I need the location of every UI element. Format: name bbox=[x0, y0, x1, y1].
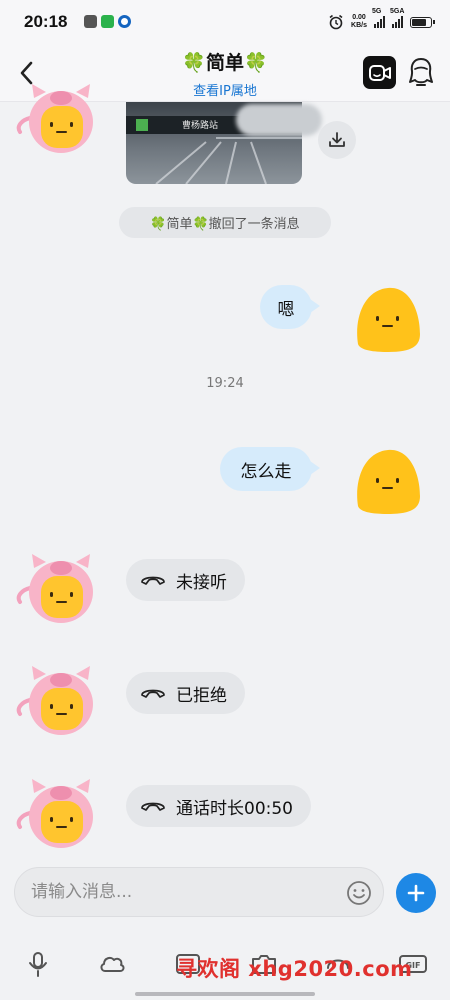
contact-avatar[interactable] bbox=[12, 548, 96, 628]
net-speed: 0.00 KB/s bbox=[351, 14, 367, 29]
phone-icon bbox=[141, 802, 165, 811]
time-separator: 19:24 bbox=[206, 376, 244, 391]
home-indicator[interactable] bbox=[135, 992, 315, 996]
voice-button[interactable] bbox=[24, 950, 52, 978]
microphone-icon bbox=[29, 952, 47, 977]
phone-icon bbox=[141, 689, 165, 698]
cloud-button[interactable] bbox=[98, 950, 126, 978]
profile-button[interactable] bbox=[406, 56, 436, 89]
chick-avatar-icon bbox=[357, 287, 420, 352]
watermark: 寻欢阁 xhg2020.com bbox=[176, 957, 413, 981]
phone-icon bbox=[141, 576, 165, 585]
status-bar: 20:18 0.00 KB/s 5G 5GA bbox=[0, 0, 450, 44]
my-avatar[interactable] bbox=[348, 282, 432, 362]
emoji-button[interactable] bbox=[346, 880, 372, 906]
download-button[interactable] bbox=[318, 121, 356, 159]
signal-5g: 5G bbox=[372, 8, 385, 28]
call-status-label: 未接听 bbox=[176, 572, 227, 593]
my-avatar[interactable] bbox=[348, 444, 432, 524]
signal-5ga: 5GA bbox=[390, 8, 404, 28]
download-icon bbox=[329, 132, 345, 147]
call-record-declined[interactable]: 已拒绝 bbox=[126, 672, 245, 714]
message-input-container bbox=[14, 867, 384, 917]
contact-avatar[interactable] bbox=[12, 660, 96, 740]
pig-avatar-icon bbox=[16, 779, 93, 848]
wechat-icon bbox=[101, 15, 114, 28]
message-input[interactable] bbox=[31, 868, 341, 916]
blurred-overlay bbox=[236, 104, 322, 136]
chick-avatar-icon bbox=[357, 449, 420, 514]
pig-avatar-icon bbox=[16, 84, 93, 153]
plus-icon bbox=[407, 884, 425, 902]
browser-icon bbox=[118, 15, 131, 28]
video-call-button[interactable] bbox=[363, 56, 396, 89]
emoji-icon bbox=[347, 881, 371, 905]
pig-avatar-icon bbox=[16, 666, 93, 735]
pig-avatar-icon bbox=[16, 554, 93, 623]
battery-icon bbox=[410, 16, 435, 28]
notification-app-icon bbox=[84, 15, 97, 28]
cloud-icon bbox=[100, 956, 125, 972]
call-record-missed[interactable]: 未接听 bbox=[126, 559, 245, 601]
profile-icon bbox=[409, 58, 433, 86]
status-indicators: 0.00 KB/s 5G 5GA bbox=[328, 8, 435, 32]
outgoing-message[interactable]: 怎么走 bbox=[220, 447, 320, 491]
call-status-label: 已拒绝 bbox=[176, 685, 227, 706]
contact-avatar[interactable] bbox=[12, 773, 96, 853]
call-record-duration[interactable]: 通话时长00:50 bbox=[126, 785, 311, 827]
outgoing-message[interactable]: 嗯 bbox=[260, 285, 320, 329]
recall-notice: 🍀简单🍀撤回了一条消息 bbox=[119, 207, 331, 238]
alarm-icon bbox=[329, 14, 343, 30]
contact-avatar[interactable] bbox=[12, 78, 96, 158]
call-status-label: 通话时长00:50 bbox=[176, 798, 293, 819]
status-time: 20:18 bbox=[24, 12, 68, 31]
more-actions-button[interactable] bbox=[396, 873, 436, 913]
video-call-icon bbox=[368, 64, 391, 81]
